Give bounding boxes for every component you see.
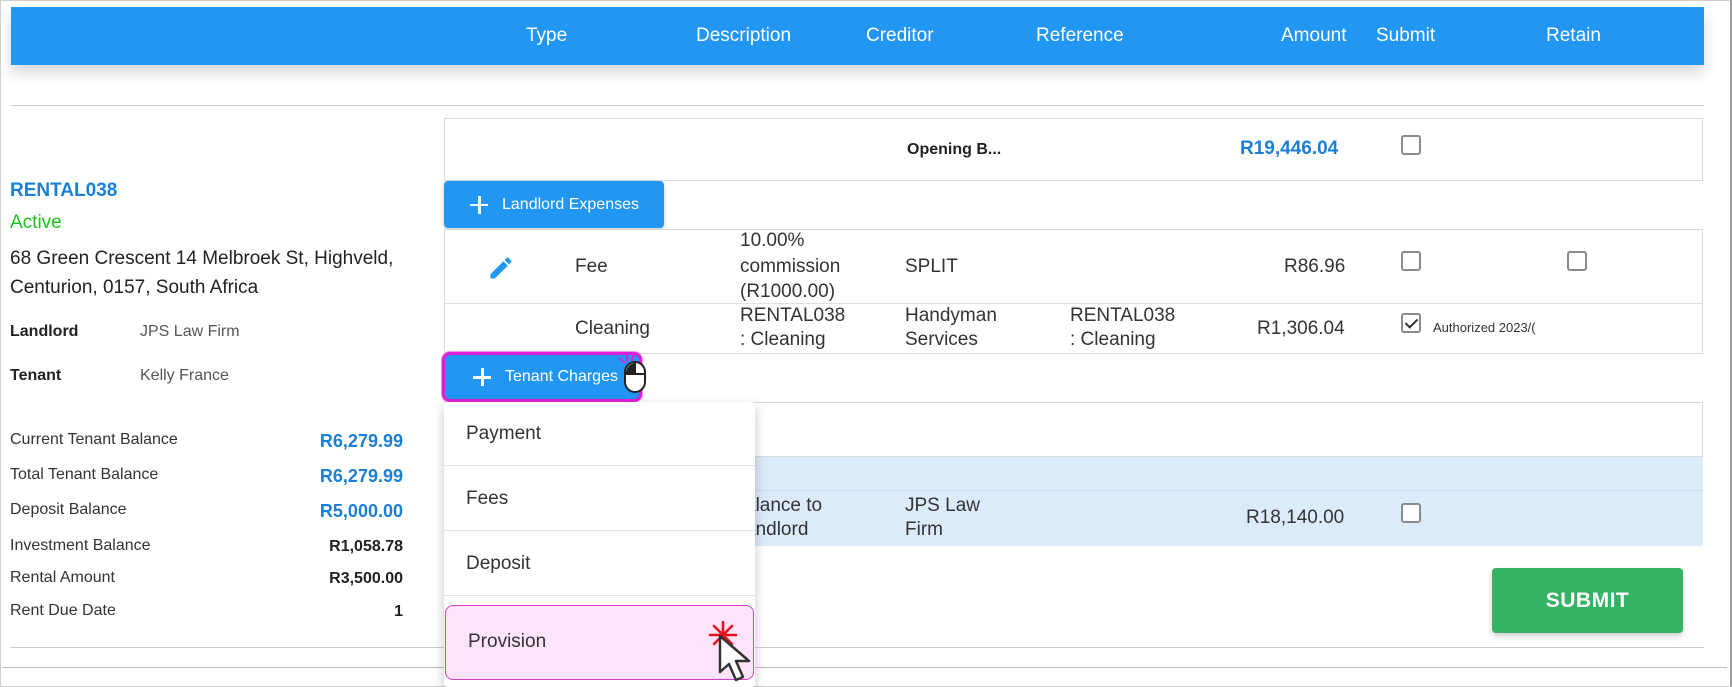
balance-value-rental-amount: R3,500.00 bbox=[329, 570, 403, 587]
column-type: Type bbox=[526, 25, 568, 46]
column-submit: Submit bbox=[1376, 25, 1436, 46]
opening-balance-reference: Opening B... bbox=[907, 141, 1002, 158]
tenant-name: Kelly France bbox=[140, 367, 229, 384]
cleaning-creditor-line-1: Handyman bbox=[905, 305, 997, 326]
submit-button[interactable]: SUBMIT bbox=[1492, 568, 1683, 633]
tenant-charges-label: Tenant Charges bbox=[505, 368, 618, 385]
column-amount: Amount bbox=[1281, 25, 1347, 46]
balance-label-rent-due-date: Rent Due Date bbox=[10, 602, 116, 619]
plus-icon bbox=[473, 368, 491, 386]
mouse-icon bbox=[618, 352, 646, 393]
balance-row-description-line-1: alance to bbox=[745, 495, 823, 516]
column-retain: Retain bbox=[1546, 25, 1601, 46]
balance-value-current-tenant: R6,279.99 bbox=[319, 431, 403, 451]
opening-balance-amount: R19,446.04 bbox=[1240, 138, 1339, 159]
opening-balance-row bbox=[444, 118, 1703, 181]
fee-description-line-2: commission bbox=[740, 256, 841, 277]
balance-value-investment: R1,058.78 bbox=[329, 538, 403, 555]
landlord-expenses-button[interactable]: Landlord Expenses bbox=[444, 181, 664, 228]
balance-label-deposit: Deposit Balance bbox=[10, 501, 127, 518]
menu-item-deposit[interactable]: Deposit bbox=[444, 532, 755, 596]
divider-bottom bbox=[11, 647, 1704, 648]
cleaning-amount: R1,306.04 bbox=[1257, 318, 1345, 339]
balance-value-deposit: R5,000.00 bbox=[319, 501, 403, 521]
fee-description-line-3: (R1000.00) bbox=[740, 281, 836, 302]
cleaning-type: Cleaning bbox=[575, 318, 650, 339]
balance-label-total-tenant: Total Tenant Balance bbox=[10, 466, 159, 483]
menu-item-fees[interactable]: Fees bbox=[444, 467, 755, 531]
plus-icon bbox=[470, 195, 488, 214]
fee-type: Fee bbox=[575, 256, 608, 277]
balance-value-rent-due-date: 1 bbox=[394, 603, 403, 620]
fee-retain-checkbox[interactable] bbox=[1567, 251, 1587, 271]
fee-submit-checkbox[interactable] bbox=[1401, 251, 1421, 271]
cleaning-reference-line-2: : Cleaning bbox=[1070, 329, 1156, 350]
divider-top bbox=[11, 105, 1704, 106]
cleaning-submit-checkbox[interactable] bbox=[1401, 313, 1421, 333]
balance-label-current-tenant: Current Tenant Balance bbox=[10, 431, 178, 448]
column-description: Description bbox=[696, 25, 792, 46]
landlord-name: JPS Law Firm bbox=[140, 323, 240, 340]
fee-amount: R86.96 bbox=[1284, 256, 1346, 277]
balance-row-submit-checkbox[interactable] bbox=[1401, 503, 1421, 523]
property-code[interactable]: RENTAL038 bbox=[10, 180, 117, 202]
balance-row-creditor-line-1: JPS Law bbox=[905, 495, 980, 516]
opening-balance-submit-checkbox[interactable] bbox=[1401, 135, 1421, 155]
cleaning-creditor-line-2: Services bbox=[905, 329, 978, 350]
pencil-icon[interactable] bbox=[487, 254, 515, 282]
tenant-charges-button[interactable]: Tenant Charges bbox=[442, 352, 642, 402]
balance-value-total-tenant: R6,279.99 bbox=[319, 466, 403, 486]
column-creditor: Creditor bbox=[866, 25, 934, 46]
cleaning-authorized-status: Authorized 2023/( bbox=[1433, 320, 1536, 335]
column-reference: Reference bbox=[1036, 25, 1124, 46]
fee-creditor: SPLIT bbox=[905, 256, 958, 277]
arrow-cursor-icon bbox=[718, 634, 751, 682]
landlord-expenses-label: Landlord Expenses bbox=[502, 195, 639, 213]
balance-row-creditor-line-2: Firm bbox=[905, 519, 943, 540]
property-status: Active bbox=[10, 212, 62, 233]
cleaning-description-line-1: RENTAL038 bbox=[740, 305, 846, 326]
cleaning-reference-line-1: RENTAL038 bbox=[1070, 305, 1176, 326]
landlord-label: Landlord bbox=[10, 323, 79, 340]
fee-description-line-1: 10.00% bbox=[740, 230, 805, 251]
balance-row-amount: R18,140.00 bbox=[1246, 507, 1345, 528]
cleaning-description-line-2: : Cleaning bbox=[740, 329, 826, 350]
balance-label-investment: Investment Balance bbox=[10, 537, 151, 554]
tenant-label: Tenant bbox=[10, 367, 62, 384]
divider-footer bbox=[2, 667, 1727, 668]
balance-label-rental-amount: Rental Amount bbox=[10, 569, 115, 586]
property-address: 68 Green Crescent 14 Melbroek St, Highve… bbox=[10, 248, 394, 298]
menu-item-payment[interactable]: Payment bbox=[444, 402, 755, 466]
table-header: Type Description Creditor Reference Amou… bbox=[11, 7, 1704, 65]
